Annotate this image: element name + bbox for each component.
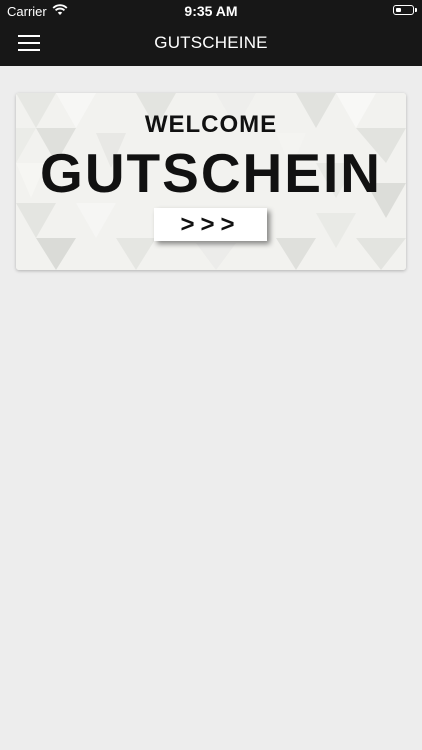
welcome-voucher-banner[interactable]: WELCOME GUTSCHEIN >>>	[16, 93, 406, 270]
page-title: GUTSCHEINE	[154, 33, 268, 52]
banner-gutschein-text: GUTSCHEIN	[40, 142, 382, 204]
status-bar: Carrier 9:35 AM	[0, 0, 422, 22]
navigation-bar: GUTSCHEINE	[0, 22, 422, 66]
app-header: Carrier 9:35 AM GUTSCHEINE	[0, 0, 422, 66]
battery-icon	[393, 5, 417, 15]
status-time: 9:35 AM	[184, 3, 238, 19]
banner-welcome-text: WELCOME	[144, 111, 278, 138]
banner-arrow-button[interactable]: >>>	[154, 208, 267, 241]
